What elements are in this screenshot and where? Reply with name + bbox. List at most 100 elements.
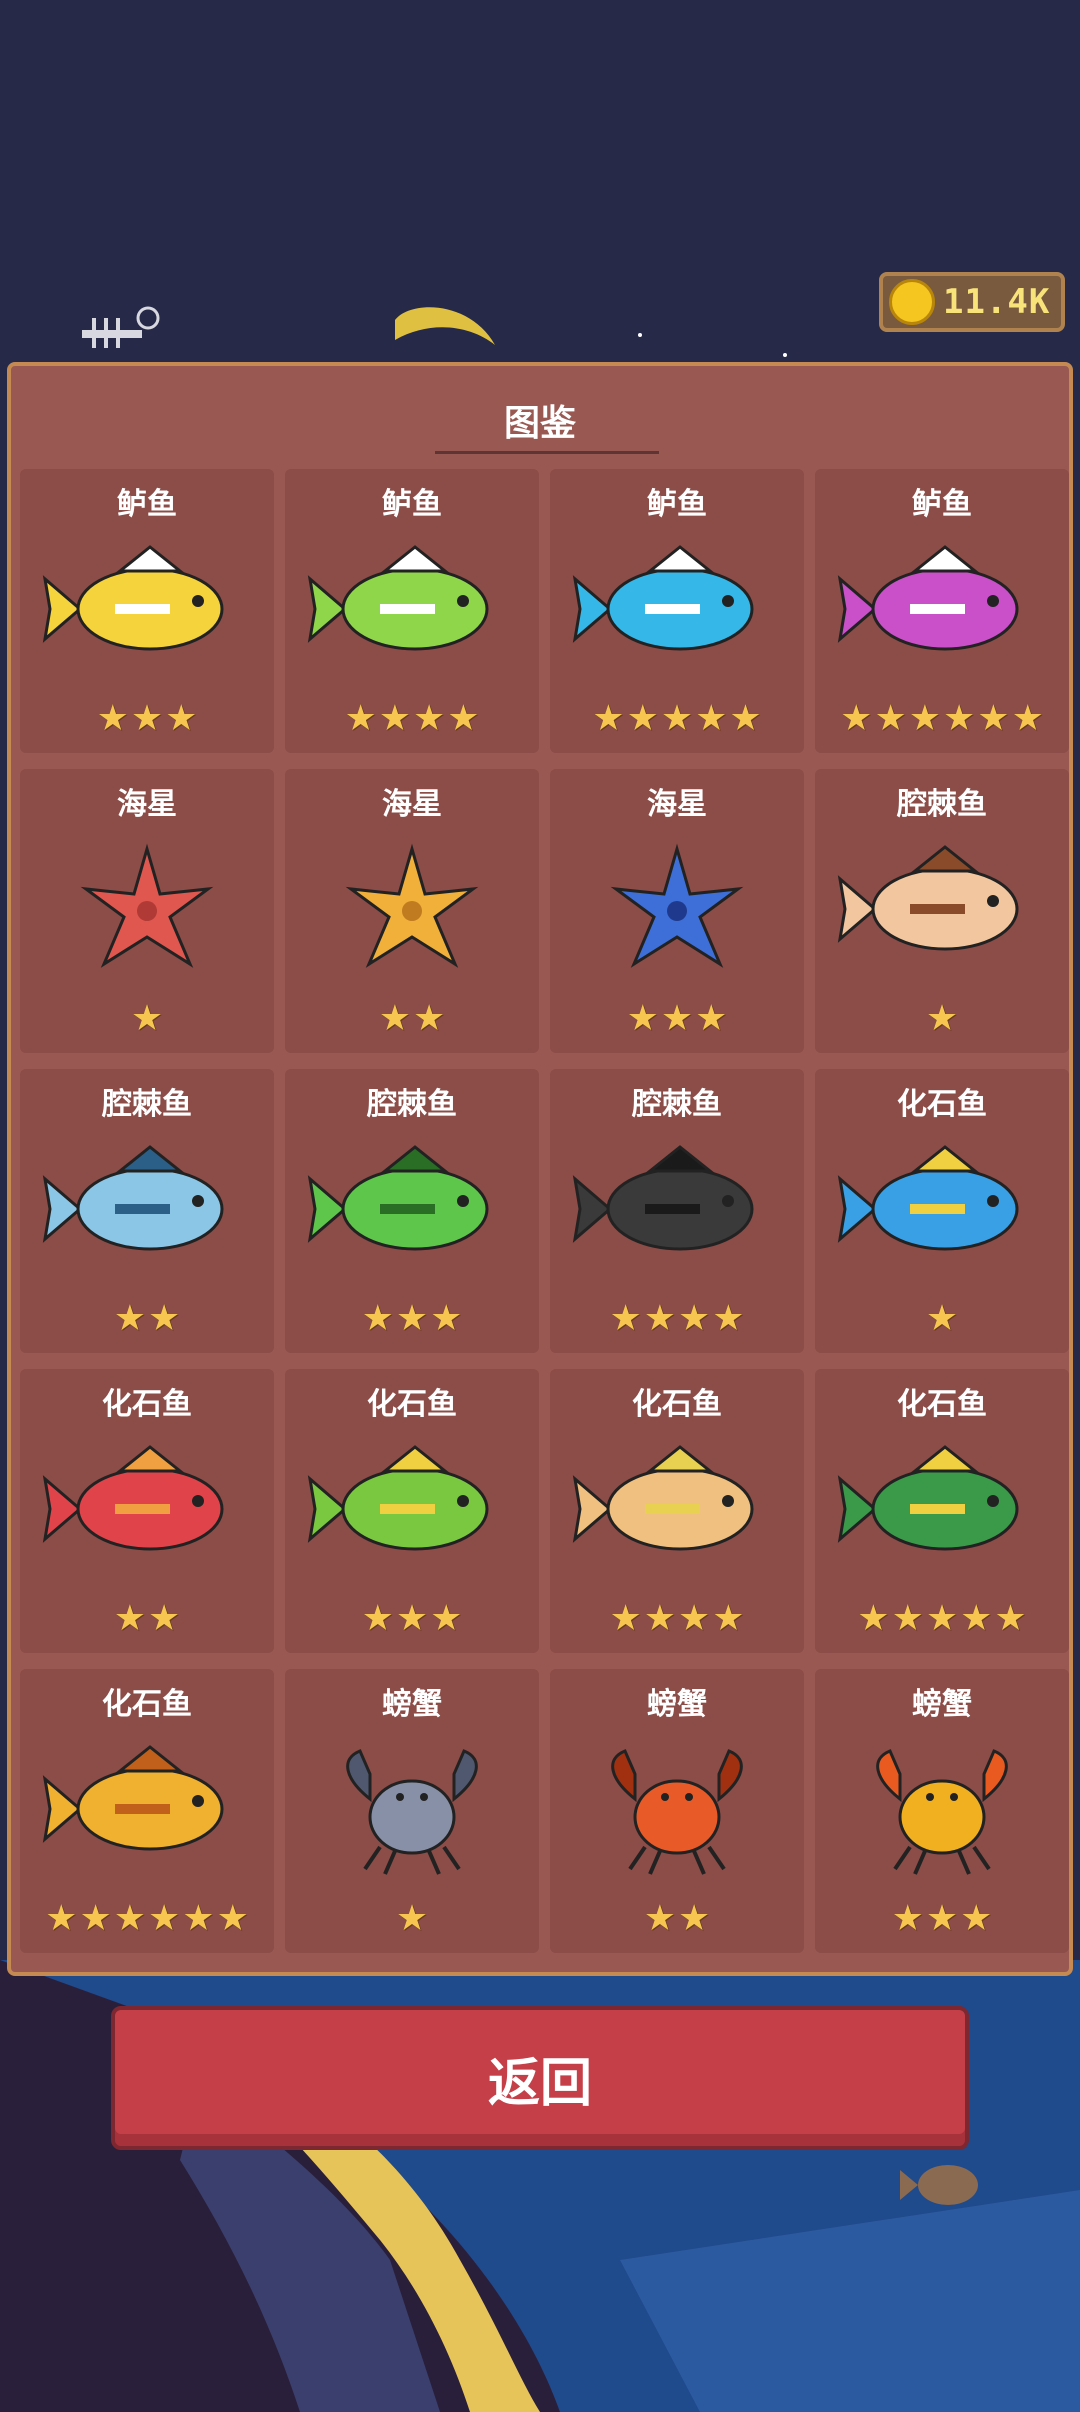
collection-card[interactable]: 螃蟹 ★ ★ — [550, 1669, 804, 1953]
creature-name: 螃蟹 — [382, 1687, 442, 1722]
panel-title: 图鉴 — [503, 403, 576, 444]
star-icon: ★ — [891, 1598, 924, 1639]
collection-card[interactable]: 海星 ★ — [20, 769, 274, 1053]
star-icon: ★ — [960, 1898, 993, 1939]
star-rating: ★ ★ ★ ★ — [285, 701, 539, 737]
fish-icon — [837, 545, 1019, 651]
creature-name: 鲈鱼 — [647, 487, 707, 522]
collection-panel: 图鉴 鲈鱼 ★ ★ ★ 鲈鱼 ★ ★ ★ ★ 鲈鱼 ★ ★ ★ ★ ★ 鲈鱼 ★ ★ ★ ★ ★ ★ 海星 ★ 海星 ★ ★ 海星 ★ ★… — [7, 362, 1073, 1976]
star-icon: ★ — [840, 698, 873, 739]
back-button-label: 返回 — [487, 2053, 592, 2114]
creature-name: 腔棘鱼 — [897, 787, 987, 822]
collection-card[interactable]: 螃蟹 ★ — [285, 1669, 539, 1953]
star-icon: ★ — [712, 1298, 745, 1339]
star-icon: ★ — [148, 1298, 181, 1339]
star-icon: ★ — [943, 698, 976, 739]
star-icon: ★ — [925, 998, 959, 1039]
star-rating: ★ ★ ★ — [815, 1901, 1069, 1937]
fish-icon — [42, 1745, 224, 1851]
star-icon: ★ — [695, 698, 728, 739]
starfish-icon — [610, 843, 744, 968]
fish-icon — [42, 1445, 224, 1551]
star-icon: ★ — [447, 698, 480, 739]
star-icon: ★ — [344, 698, 377, 739]
creature-name: 化石鱼 — [632, 1387, 722, 1422]
star-icon: ★ — [216, 1898, 249, 1939]
collection-card[interactable]: 化石鱼 ★ — [815, 1069, 1069, 1353]
star-rating: ★ — [815, 1001, 1069, 1037]
collection-card[interactable]: 海星 ★ ★ — [285, 769, 539, 1053]
star-rating: ★ ★ ★ ★ ★ — [550, 701, 804, 737]
star-icon: ★ — [712, 1598, 745, 1639]
star-icon: ★ — [395, 1598, 429, 1639]
creature-name: 螃蟹 — [647, 1687, 707, 1722]
star-icon: ★ — [925, 1898, 959, 1939]
fish-icon — [42, 545, 224, 651]
creature-name: 腔棘鱼 — [367, 1087, 457, 1122]
star-icon: ★ — [96, 698, 129, 739]
star-icon: ★ — [430, 1298, 463, 1339]
crab-icon — [611, 1749, 743, 1875]
star-icon: ★ — [113, 1598, 146, 1639]
collection-card[interactable]: 腔棘鱼 ★ ★ ★ ★ — [550, 1069, 804, 1353]
star-icon: ★ — [1011, 698, 1044, 739]
star-icon: ★ — [378, 698, 411, 739]
star-icon: ★ — [609, 1598, 642, 1639]
creature-name: 化石鱼 — [102, 1387, 192, 1422]
star-icon: ★ — [643, 1898, 676, 1939]
collection-card[interactable]: 腔棘鱼 ★ ★ — [20, 1069, 274, 1353]
fish-icon — [572, 1145, 754, 1251]
star-icon: ★ — [678, 1898, 711, 1939]
star-rating: ★ ★ ★ ★ — [550, 1301, 804, 1337]
collection-card[interactable]: 海星 ★ ★ ★ — [550, 769, 804, 1053]
collection-card[interactable]: 化石鱼 ★ ★ ★ ★ ★ — [815, 1369, 1069, 1653]
collection-card[interactable]: 腔棘鱼 ★ ★ ★ — [285, 1069, 539, 1353]
star-rating: ★ ★ ★ ★ — [550, 1601, 804, 1637]
collection-card[interactable]: 化石鱼 ★ ★ ★ — [285, 1369, 539, 1653]
collection-card[interactable]: 鲈鱼 ★ ★ ★ ★ — [285, 469, 539, 753]
creature-name: 化石鱼 — [102, 1687, 192, 1722]
collection-card[interactable]: 腔棘鱼 ★ — [815, 769, 1069, 1053]
collection-card[interactable]: 螃蟹 ★ ★ ★ — [815, 1669, 1069, 1953]
fish-icon — [307, 545, 489, 651]
back-button[interactable]: 返回 — [111, 2006, 969, 2150]
collection-card[interactable]: 化石鱼 ★ ★ ★ ★ ★ ★ — [20, 1669, 274, 1953]
star-icon: ★ — [148, 1898, 181, 1939]
creature-name: 腔棘鱼 — [102, 1087, 192, 1122]
star-icon: ★ — [361, 1598, 394, 1639]
star-rating: ★ ★ — [20, 1301, 274, 1337]
star-icon: ★ — [626, 998, 659, 1039]
starfish-icon — [345, 843, 479, 968]
collection-card[interactable]: 鲈鱼 ★ ★ ★ ★ ★ — [550, 469, 804, 753]
star-icon: ★ — [925, 1598, 959, 1639]
collection-card[interactable]: 鲈鱼 ★ ★ ★ ★ ★ ★ — [815, 469, 1069, 753]
creature-name: 螃蟹 — [912, 1687, 972, 1722]
star-rating: ★ ★ ★ ★ ★ ★ — [815, 701, 1069, 737]
star-icon: ★ — [908, 698, 941, 739]
star-rating: ★ — [815, 1301, 1069, 1337]
star-icon: ★ — [977, 698, 1010, 739]
star-icon: ★ — [395, 1298, 429, 1339]
fish-icon — [837, 845, 1019, 951]
collection-card[interactable]: 化石鱼 ★ ★ — [20, 1369, 274, 1653]
star-rating: ★ ★ ★ — [550, 1001, 804, 1037]
star-rating: ★ ★ ★ — [285, 1601, 539, 1637]
star-rating: ★ ★ ★ ★ ★ ★ — [20, 1901, 274, 1937]
star-icon: ★ — [678, 1598, 711, 1639]
star-icon: ★ — [361, 1298, 394, 1339]
star-rating: ★ ★ ★ — [20, 701, 274, 737]
fish-icon — [307, 1445, 489, 1551]
star-icon: ★ — [874, 698, 907, 739]
star-icon: ★ — [165, 698, 198, 739]
creature-name: 鲈鱼 — [117, 487, 177, 522]
star-rating: ★ ★ — [285, 1001, 539, 1037]
star-icon: ★ — [45, 1898, 78, 1939]
star-icon: ★ — [413, 998, 446, 1039]
collection-card[interactable]: 化石鱼 ★ ★ ★ ★ — [550, 1369, 804, 1653]
collection-card[interactable]: 鲈鱼 ★ ★ ★ — [20, 469, 274, 753]
collection-grid: 鲈鱼 ★ ★ ★ 鲈鱼 ★ ★ ★ ★ 鲈鱼 ★ ★ ★ ★ ★ 鲈鱼 ★ ★ ★ ★ ★ ★ 海星 ★ 海星 ★ ★ 海星 ★ ★ ★ 腔棘… — [20, 469, 1069, 1953]
star-icon: ★ — [130, 698, 164, 739]
star-rating: ★ — [20, 1001, 274, 1037]
fish-icon — [572, 545, 754, 651]
star-icon: ★ — [857, 1598, 890, 1639]
